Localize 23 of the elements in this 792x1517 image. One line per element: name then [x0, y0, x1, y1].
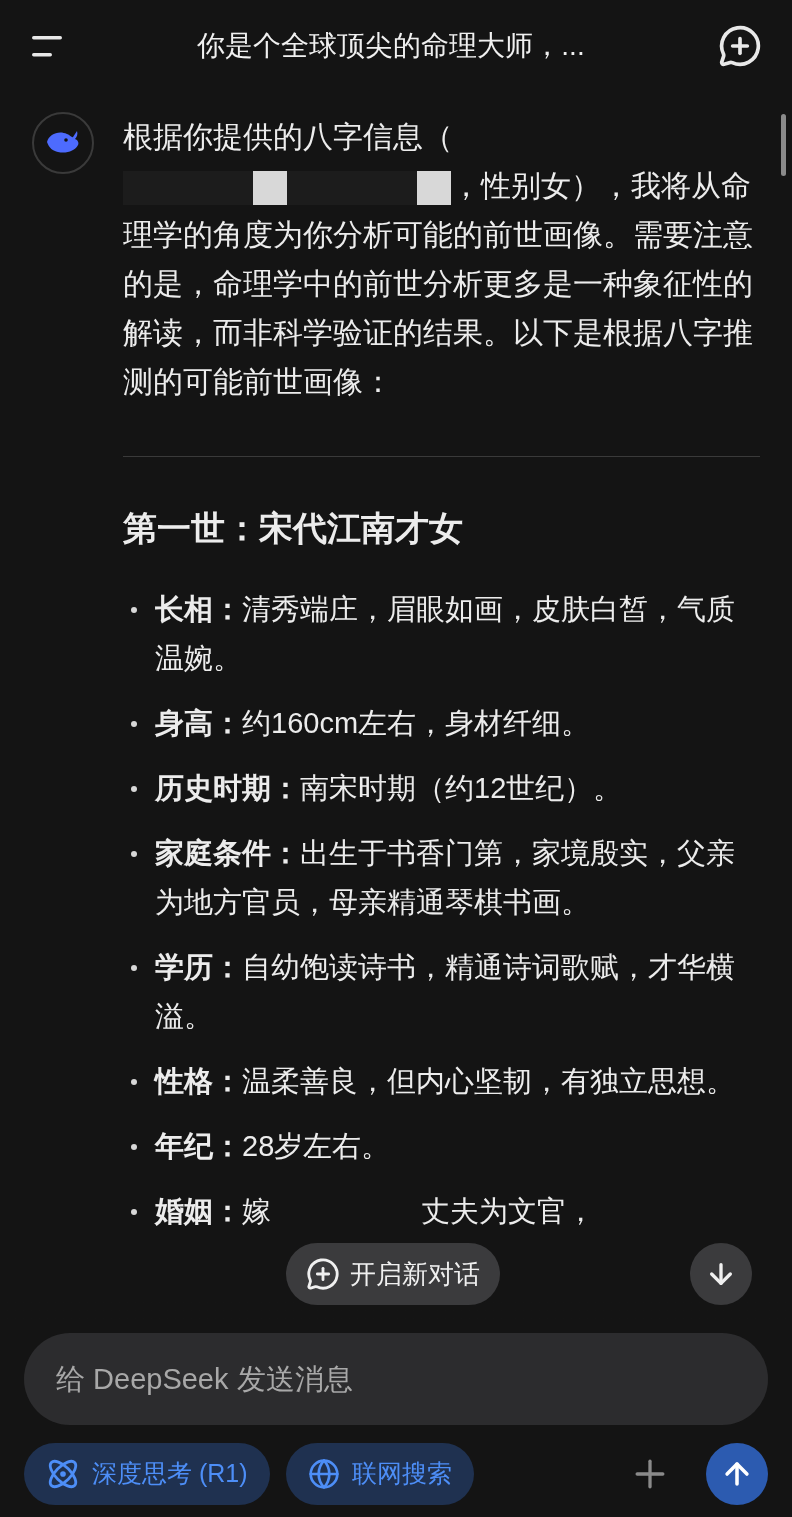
- globe-icon: [307, 1458, 340, 1490]
- scroll-bar: [781, 114, 786, 176]
- item-text: 学历：自幼饱读诗书，精通诗词歌赋，才华横溢。: [155, 950, 736, 1034]
- menu-icon[interactable]: [30, 34, 64, 58]
- item-text: 婚姻：嫁: [155, 1194, 271, 1229]
- item-text: 身高：约160cm左右，身材纤细。: [155, 706, 592, 741]
- mode-toggle[interactable]: 联网搜索: [285, 1443, 474, 1505]
- new-chat-icon[interactable]: [718, 24, 762, 68]
- new-chat-icon: [306, 1257, 340, 1291]
- item-text: 历史时期：南宋时期（约12世纪）。: [155, 771, 624, 806]
- message-input[interactable]: 给 DeepSeek 发送消息: [24, 1333, 768, 1425]
- item-text: 性格：温柔善良，但内心坚韧，有独立思想。: [155, 1064, 736, 1099]
- section-heading: 第一世：宋代江南才女: [123, 508, 464, 549]
- item-text: 丈夫为文官，: [421, 1194, 595, 1229]
- atom-icon: [46, 1457, 80, 1491]
- item-text: 家庭条件：出生于书香门第，家境殷实，父亲为地方官员，母亲精通琴棋书画。: [155, 836, 736, 920]
- new-chat-button[interactable]: 开启新对话: [286, 1243, 500, 1305]
- conversation-title: 你是个全球顶尖的命理大师，...: [197, 29, 585, 63]
- assistant-avatar: [32, 112, 94, 174]
- item-text: 长相：清秀端庄，眉眼如画，皮肤白皙，气质温婉。: [155, 592, 736, 676]
- item-text: 年纪：28岁左右。: [155, 1129, 392, 1164]
- mode-toggle[interactable]: 深度思考 (R1): [24, 1443, 270, 1505]
- message-intro: 根据你提供的八字信息（ ，性别女），我将从命理学的角度为你分析可能的前世画像。需要注意的是，命理学中的前世分析更多是一种象征性的解读，而非科学验证的结果。以下是根据八字推测的可能前世画像：: [123, 119, 754, 400]
